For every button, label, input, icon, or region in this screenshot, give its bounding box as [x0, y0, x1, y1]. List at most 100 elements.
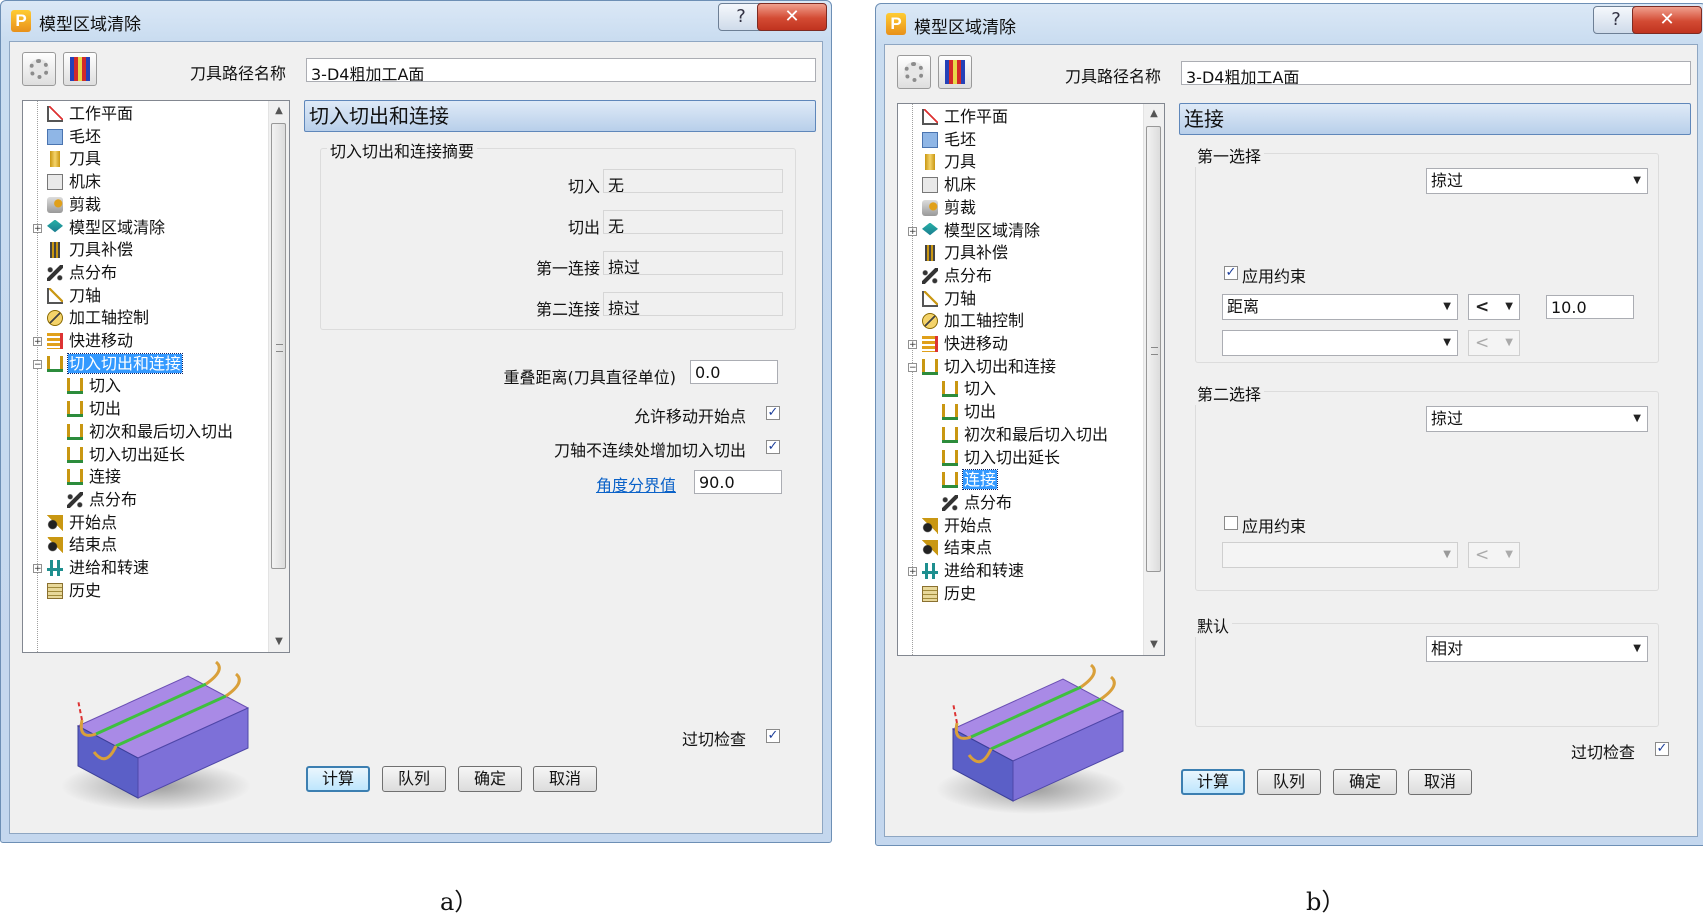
tree-item[interactable]: 刀具补偿	[922, 242, 1009, 264]
default-link-type-select[interactable]: 相对 ▼	[1426, 636, 1648, 662]
close-button[interactable]: ✕	[757, 3, 827, 31]
tree-item[interactable]: 刀具	[47, 148, 102, 170]
calculate-button[interactable]: 计算	[1181, 769, 1245, 795]
first-constraint2-operator-select[interactable]: < ▼	[1468, 330, 1520, 356]
tree-item[interactable]: 切出	[942, 401, 997, 423]
tree-scrollbar[interactable]: ▲ ▼	[268, 101, 289, 652]
tree-expander-icon[interactable]: +	[908, 340, 917, 350]
scroll-down-icon[interactable]: ▼	[269, 632, 289, 652]
cancel-button[interactable]: 取消	[1408, 769, 1472, 795]
angle-threshold-input[interactable]: 90.0	[694, 470, 782, 494]
queue-button[interactable]: 队列	[382, 766, 446, 792]
tree-item[interactable]: 刀轴	[922, 288, 977, 310]
scroll-thumb[interactable]	[271, 123, 286, 569]
tree-item[interactable]: 连接	[67, 466, 122, 488]
gouge-check-checkbox[interactable]: ✓	[766, 729, 780, 743]
cancel-button[interactable]: 取消	[533, 766, 597, 792]
tree-item[interactable]: 点分布	[47, 262, 118, 284]
toolpath-display-button[interactable]	[63, 52, 97, 86]
settings-gear-button[interactable]	[897, 55, 931, 89]
toolpath-name-input[interactable]: 3-D4粗加工A面	[1181, 61, 1691, 85]
tree-item[interactable]: 进给和转速	[47, 557, 150, 579]
tree-item[interactable]: 切入切出和连接	[47, 352, 184, 375]
tree-item[interactable]: 历史	[922, 583, 977, 605]
scroll-thumb[interactable]	[1146, 126, 1161, 572]
tree-item[interactable]: 点分布	[942, 492, 1013, 514]
ok-button[interactable]: 确定	[1333, 769, 1397, 795]
allow-start-move-checkbox[interactable]: ✓	[766, 406, 780, 420]
tree-item[interactable]: 切入切出延长	[942, 447, 1061, 469]
toolpath-display-button[interactable]	[938, 55, 972, 89]
tree-item[interactable]: 模型区域清除	[47, 217, 166, 239]
tree-item[interactable]: 毛坯	[47, 126, 102, 148]
axis-discontinuity-checkbox[interactable]: ✓	[766, 440, 780, 454]
tree-item[interactable]: 快进移动	[47, 330, 134, 352]
tree-item[interactable]: 历史	[47, 580, 102, 602]
tree-item[interactable]: 刀具	[922, 151, 977, 173]
tree-item[interactable]: 加工轴控制	[47, 307, 150, 329]
title-bar[interactable]: P 模型区域清除 ? ✕	[876, 4, 1703, 44]
tree-item[interactable]: 机床	[47, 171, 102, 193]
tree-item[interactable]: 快进移动	[922, 333, 1009, 355]
tree-item[interactable]: 毛坯	[922, 129, 977, 151]
strategy-tree[interactable]: 工作平面 毛坯 刀具 机床 剪裁 + 模型区域清除 刀具补偿 点分布 刀轴 加工轴控制 + 快进移动 − 切…	[22, 100, 290, 653]
tree-expander-icon[interactable]: +	[33, 223, 42, 233]
tree-item[interactable]: 切出	[67, 398, 122, 420]
tree-item[interactable]: 点分布	[922, 265, 993, 287]
scroll-up-icon[interactable]: ▲	[269, 101, 289, 121]
overlap-input[interactable]: 0.0	[690, 360, 778, 384]
tree-expander-icon[interactable]: +	[908, 226, 917, 236]
tree-expander-icon[interactable]: −	[908, 362, 917, 372]
second-constraint-operator-select[interactable]: < ▼	[1468, 542, 1520, 568]
tree-item[interactable]: 开始点	[922, 515, 993, 537]
settings-gear-button[interactable]	[22, 52, 56, 86]
first-constraint2-type-select[interactable]: ▼	[1222, 330, 1458, 356]
first-constraint-value-input[interactable]: 10.0	[1546, 295, 1634, 319]
tree-item[interactable]: 加工轴控制	[922, 310, 1025, 332]
gouge-check-checkbox[interactable]: ✓	[1655, 742, 1669, 756]
tree-item[interactable]: 切入	[67, 375, 122, 397]
tree-item[interactable]: 结束点	[47, 534, 118, 556]
tree-expander-icon[interactable]: +	[33, 337, 42, 347]
tree-item[interactable]: 模型区域清除	[922, 220, 1041, 242]
strategy-tree[interactable]: 工作平面 毛坯 刀具 机床 剪裁 + 模型区域清除 刀具补偿 点分布 刀轴 加工轴控制 + 快进移动 − 切…	[897, 103, 1165, 656]
tree-item[interactable]: 初次和最后切入切出	[67, 421, 234, 443]
second-apply-constraint-checkbox[interactable]: ✓	[1224, 516, 1238, 530]
queue-button[interactable]: 队列	[1257, 769, 1321, 795]
tree-item[interactable]: 剪裁	[47, 194, 102, 216]
tree-item[interactable]: 连接	[942, 469, 999, 491]
tree-expander-icon[interactable]: −	[33, 359, 42, 369]
first-link-type-select[interactable]: 掠过 ▼	[1426, 168, 1648, 194]
tree-item[interactable]: 机床	[922, 174, 977, 196]
gouge-check-label: 过切检查	[1570, 743, 1635, 762]
calculate-button[interactable]: 计算	[306, 766, 370, 792]
tree-expander-icon[interactable]: +	[33, 564, 42, 574]
first-apply-constraint-checkbox[interactable]: ✓	[1224, 266, 1238, 280]
first-constraint-operator-select[interactable]: < ▼	[1468, 294, 1520, 320]
ok-button[interactable]: 确定	[458, 766, 522, 792]
tree-item[interactable]: 剪裁	[922, 197, 977, 219]
tree-item[interactable]: 刀具补偿	[47, 239, 134, 261]
close-button[interactable]: ✕	[1632, 6, 1702, 34]
toolpath-name-input[interactable]: 3-D4粗加工A面	[306, 58, 816, 82]
tree-item[interactable]: 工作平面	[47, 103, 134, 125]
scroll-up-icon[interactable]: ▲	[1144, 104, 1164, 124]
tree-expander-icon[interactable]: +	[908, 567, 917, 577]
title-bar[interactable]: P 模型区域清除 ? ✕	[1, 1, 831, 41]
tree-item[interactable]: 切入切出和连接	[922, 356, 1057, 378]
tree-item[interactable]: 切入	[942, 378, 997, 400]
tree-item[interactable]: 初次和最后切入切出	[942, 424, 1109, 446]
tree-item[interactable]: 进给和转速	[922, 560, 1025, 582]
second-link-type-select[interactable]: 掠过 ▼	[1426, 406, 1648, 432]
tree-scrollbar[interactable]: ▲ ▼	[1143, 104, 1164, 655]
scroll-down-icon[interactable]: ▼	[1144, 635, 1164, 655]
tree-item[interactable]: 切入切出延长	[67, 444, 186, 466]
tree-item[interactable]: 工作平面	[922, 106, 1009, 128]
tree-item[interactable]: 结束点	[922, 537, 993, 559]
tree-item[interactable]: 点分布	[67, 489, 138, 511]
first-constraint-type-select[interactable]: 距离 ▼	[1222, 294, 1458, 320]
tree-item[interactable]: 刀轴	[47, 285, 102, 307]
angle-threshold-link[interactable]: 角度分界值	[596, 472, 676, 496]
second-constraint-type-select[interactable]: ▼	[1222, 542, 1458, 568]
tree-item[interactable]: 开始点	[47, 512, 118, 534]
